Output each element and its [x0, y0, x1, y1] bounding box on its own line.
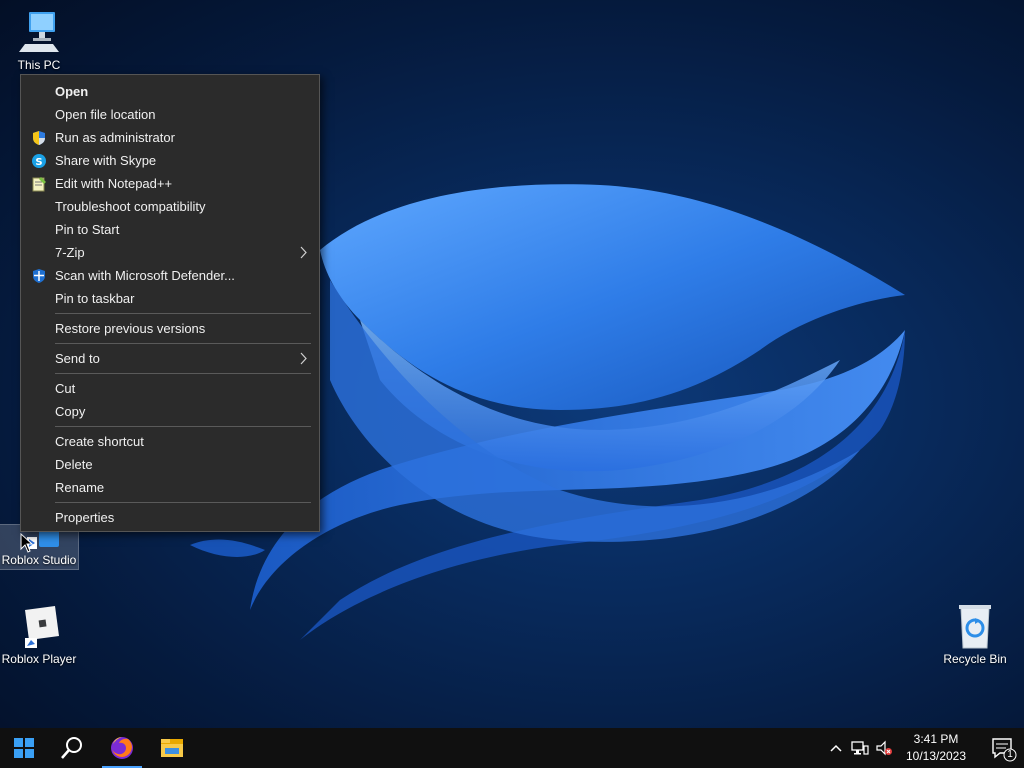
- menu-item-cut[interactable]: Cut: [21, 377, 319, 400]
- menu-item-troubleshoot-compatibility[interactable]: Troubleshoot compatibility: [21, 195, 319, 218]
- menu-item-label: Edit with Notepad++: [55, 176, 173, 191]
- clock-time: 3:41 PM: [913, 732, 959, 746]
- computer-icon: [15, 8, 63, 56]
- menu-item-label: Delete: [55, 457, 93, 472]
- firefox-icon: [111, 737, 133, 759]
- shield-icon: [31, 130, 47, 146]
- notepadpp-icon: [31, 176, 47, 192]
- desktop-icon-label: This PC: [17, 58, 61, 72]
- desktop-icon-recycle-bin[interactable]: Recycle Bin: [936, 602, 1014, 667]
- notification-icon: [992, 738, 1017, 762]
- menu-item-label: Share with Skype: [55, 153, 157, 168]
- chevron-right-icon: [299, 241, 309, 264]
- menu-separator: [55, 426, 311, 427]
- menu-item-label: Open: [55, 84, 89, 99]
- firefox-button[interactable]: [98, 728, 146, 768]
- menu-item-label: Properties: [55, 510, 115, 525]
- volume-muted-icon: [876, 740, 892, 756]
- start-icon: [14, 738, 34, 758]
- menu-item-label: 7-Zip: [55, 245, 85, 260]
- menu-item-rename[interactable]: Rename: [21, 476, 319, 499]
- menu-item-label: Copy: [55, 404, 86, 419]
- menu-item-open[interactable]: Open: [21, 80, 319, 103]
- desktop: This PC Co Roblox Studio Roblox Player: [0, 0, 1024, 728]
- notification-count-badge: 1: [1007, 749, 1013, 760]
- network-icon: [851, 741, 869, 755]
- desktop-icon-label: Roblox Studio: [1, 553, 77, 567]
- defender-icon: [31, 268, 47, 284]
- show-hidden-icons-button[interactable]: [826, 738, 846, 758]
- menu-item-send-to[interactable]: Send to: [21, 347, 319, 370]
- menu-separator: [55, 502, 311, 503]
- menu-item-restore-previous-versions[interactable]: Restore previous versions: [21, 317, 319, 340]
- notification-center-button[interactable]: 1: [980, 728, 1024, 768]
- menu-item-label: Run as administrator: [55, 130, 175, 145]
- chevron-right-icon: [299, 347, 309, 370]
- network-status-button[interactable]: [850, 738, 870, 758]
- menu-item-label: Rename: [55, 480, 105, 495]
- clock[interactable]: 3:41 PM 10/13/2023: [896, 731, 976, 765]
- menu-item-label: Troubleshoot compatibility: [55, 199, 206, 214]
- menu-item-share-with-skype[interactable]: S Share with Skype: [21, 149, 319, 172]
- menu-item-create-shortcut[interactable]: Create shortcut: [21, 430, 319, 453]
- menu-item-run-as-administrator[interactable]: Run as administrator: [21, 126, 319, 149]
- taskbar: 3:41 PM 10/13/2023 1: [0, 728, 1024, 768]
- menu-item-pin-to-taskbar[interactable]: Pin to taskbar: [21, 287, 319, 310]
- menu-item-7zip[interactable]: 7-Zip: [21, 241, 319, 264]
- menu-item-delete[interactable]: Delete: [21, 453, 319, 476]
- menu-item-label: Scan with Microsoft Defender...: [55, 268, 235, 283]
- menu-item-label: Restore previous versions: [55, 321, 206, 336]
- menu-item-label: Create shortcut: [55, 434, 144, 449]
- menu-item-scan-with-defender[interactable]: Scan with Microsoft Defender...: [21, 264, 319, 287]
- mouse-cursor: [20, 532, 34, 553]
- svg-text:S: S: [35, 157, 42, 168]
- menu-item-label: Open file location: [55, 107, 156, 122]
- menu-item-label: Pin to Start: [55, 222, 120, 237]
- menu-item-label: Send to: [55, 351, 100, 366]
- menu-item-edit-with-notepadpp[interactable]: Edit with Notepad++: [21, 172, 319, 195]
- search-icon: [61, 737, 82, 759]
- skype-icon: S: [31, 153, 47, 169]
- roblox-player-icon: [15, 602, 63, 650]
- volume-button[interactable]: [874, 738, 894, 758]
- menu-item-open-file-location[interactable]: Open file location: [21, 103, 319, 126]
- clock-date: 10/13/2023: [905, 749, 967, 763]
- menu-separator: [55, 313, 311, 314]
- menu-item-pin-to-start[interactable]: Pin to Start: [21, 218, 319, 241]
- desktop-icon-label: Recycle Bin: [943, 652, 1007, 666]
- desktop-icon-label: Roblox Player: [1, 652, 77, 666]
- desktop-icon-this-pc[interactable]: This PC: [0, 8, 78, 73]
- search-button[interactable]: [48, 728, 96, 768]
- menu-item-properties[interactable]: Properties: [21, 506, 319, 529]
- menu-item-label: Cut: [55, 381, 76, 396]
- recycle-bin-icon: [951, 602, 999, 650]
- menu-separator: [55, 373, 311, 374]
- context-menu: Open Open file location Run as administr…: [20, 74, 320, 532]
- menu-item-label: Pin to taskbar: [55, 291, 135, 306]
- desktop-icon-roblox-player[interactable]: Roblox Player: [0, 602, 78, 667]
- file-explorer-button[interactable]: [148, 728, 196, 768]
- chevron-up-icon: [830, 744, 842, 752]
- start-button[interactable]: [0, 728, 48, 768]
- menu-separator: [55, 343, 311, 344]
- file-explorer-icon: [161, 739, 183, 757]
- menu-item-copy[interactable]: Copy: [21, 400, 319, 423]
